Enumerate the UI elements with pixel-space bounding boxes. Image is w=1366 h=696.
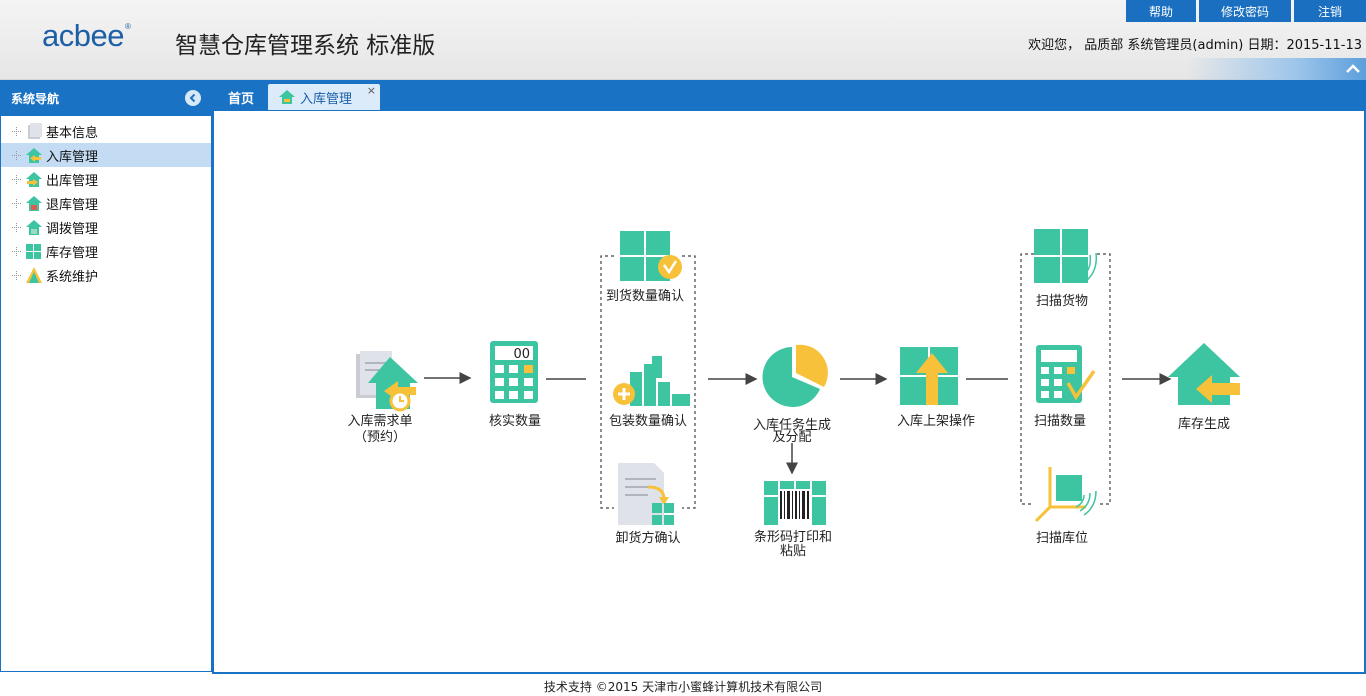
step-task-sublabel: 及分配 bbox=[772, 430, 811, 445]
header: acbee® 智慧仓库管理系统 标准版 帮助 修改密码 注销 欢迎您， 品质部 … bbox=[0, 0, 1366, 80]
sidebar-item-label: 系统维护 bbox=[46, 269, 99, 285]
step-scan-goods-icon bbox=[1034, 229, 1098, 283]
logo: acbee® bbox=[42, 18, 131, 53]
sidebar-item-transfer[interactable]: 调拨管理 bbox=[1, 215, 211, 239]
expand-plus-icon[interactable] bbox=[11, 150, 22, 161]
collapse-left-icon[interactable] bbox=[185, 90, 201, 106]
expand-plus-icon[interactable] bbox=[11, 246, 22, 257]
sidebar-item-inventory[interactable]: 库存管理 bbox=[1, 239, 211, 263]
sidebar-item-label: 入库管理 bbox=[46, 149, 99, 165]
calculator-icon: 00 bbox=[490, 341, 538, 403]
step-request-icon bbox=[356, 351, 418, 412]
step-shelf-icon bbox=[900, 347, 958, 405]
step-verify-label: 核实数量 bbox=[489, 414, 541, 429]
close-icon[interactable]: × bbox=[367, 84, 376, 97]
sidebar-item-maintenance[interactable]: 系统维护 bbox=[1, 263, 211, 287]
sidebar-item-label: 退库管理 bbox=[46, 197, 99, 213]
house-icon bbox=[279, 90, 295, 104]
step-request-label: 入库需求单 bbox=[347, 413, 412, 429]
tab-label: 入库管理 bbox=[300, 91, 353, 107]
inbound-icon bbox=[26, 147, 42, 163]
sidebar-item-label: 库存管理 bbox=[46, 245, 99, 261]
sidebar-item-label: 出库管理 bbox=[46, 173, 99, 189]
step-unload-icon bbox=[618, 463, 674, 525]
inbound-flow-diagram: 入库需求单 （预约） 00 核实数量 到货数量确认 包装数量确认 卸货方确认 入… bbox=[347, 229, 1240, 559]
warehouse-icon bbox=[1168, 343, 1240, 405]
inventory-icon bbox=[26, 243, 41, 259]
system-title: 智慧仓库管理系统 标准版 bbox=[175, 33, 436, 59]
step-arrival-label: 到货数量确认 bbox=[606, 288, 684, 304]
tab-inbound-management[interactable]: 入库管理 × bbox=[268, 84, 380, 110]
info-icon bbox=[28, 122, 42, 139]
svg-text:00: 00 bbox=[513, 347, 530, 362]
header-collapse-strip bbox=[1186, 58, 1366, 80]
sidebar-item-outbound[interactable]: 出库管理 bbox=[1, 167, 211, 191]
tab-home[interactable]: 首页 bbox=[216, 84, 266, 110]
step-scan-goods-label: 扫描货物 bbox=[1036, 293, 1088, 309]
step-unload-label: 卸货方确认 bbox=[615, 530, 680, 546]
sidebar-item-return[interactable]: 退库管理 bbox=[1, 191, 211, 215]
step-stock-label: 库存生成 bbox=[1178, 416, 1230, 432]
step-scan-location-label: 扫描库位 bbox=[1036, 530, 1088, 546]
sidebar-item-label: 调拨管理 bbox=[46, 221, 99, 237]
scan-quantity-icon bbox=[1036, 345, 1096, 403]
transfer-icon bbox=[26, 219, 42, 235]
sidebar: 系统导航 基本信息入库管理出库管理退库管理调拨管理库存管理系统维护 bbox=[0, 80, 212, 672]
step-request-sublabel: （预约） bbox=[354, 430, 406, 445]
app-window: acbee® 智慧仓库管理系统 标准版 帮助 修改密码 注销 欢迎您， 品质部 … bbox=[0, 0, 1366, 696]
sidebar-item-info[interactable]: 基本信息 bbox=[1, 119, 211, 143]
barcode-icon bbox=[764, 481, 826, 525]
step-barcode-label: 条形码打印和 bbox=[754, 529, 832, 545]
nav-tree: 基本信息入库管理出库管理退库管理调拨管理库存管理系统维护 bbox=[1, 116, 211, 287]
step-scan-location-icon bbox=[1034, 467, 1097, 523]
logout-button[interactable]: 注销 bbox=[1294, 0, 1366, 22]
step-package-label: 包装数量确认 bbox=[609, 414, 687, 429]
expand-plus-icon[interactable] bbox=[11, 222, 22, 233]
top-buttons: 帮助 修改密码 注销 bbox=[1126, 0, 1366, 22]
expand-plus-icon[interactable] bbox=[11, 174, 22, 185]
welcome-text: 欢迎您， 品质部 系统管理员(admin) 日期：2015-11-13 bbox=[1028, 38, 1362, 53]
outbound-icon bbox=[26, 171, 42, 187]
expand-plus-icon[interactable] bbox=[11, 198, 22, 209]
step-scan-qty-label: 扫描数量 bbox=[1034, 414, 1086, 429]
chevron-up-icon[interactable] bbox=[1344, 60, 1362, 78]
sidebar-title: 系统导航 bbox=[11, 91, 60, 106]
expand-plus-icon[interactable] bbox=[11, 270, 22, 281]
footer: 技术支持 ©2015 天津市小蜜蜂计算机技术有限公司 bbox=[0, 676, 1366, 696]
tab-bar: 首页 入库管理 × bbox=[212, 80, 1366, 110]
step-shelf-label: 入库上架操作 bbox=[897, 413, 975, 429]
step-arrival-icon bbox=[620, 231, 682, 281]
maintenance-icon bbox=[26, 266, 42, 283]
change-password-button[interactable]: 修改密码 bbox=[1199, 0, 1291, 22]
pie-chart-icon bbox=[762, 344, 828, 407]
step-barcode-sublabel: 粘贴 bbox=[780, 544, 806, 559]
sidebar-header: 系统导航 bbox=[1, 80, 211, 116]
help-button[interactable]: 帮助 bbox=[1126, 0, 1196, 22]
return-icon bbox=[26, 195, 42, 211]
sidebar-item-label: 基本信息 bbox=[46, 125, 99, 141]
expand-plus-icon[interactable] bbox=[11, 126, 22, 137]
content-panel: 入库需求单 （预约） 00 核实数量 到货数量确认 包装数量确认 卸货方确认 入… bbox=[212, 110, 1366, 674]
sidebar-item-inbound[interactable]: 入库管理 bbox=[1, 143, 211, 167]
step-package-icon bbox=[613, 356, 690, 406]
